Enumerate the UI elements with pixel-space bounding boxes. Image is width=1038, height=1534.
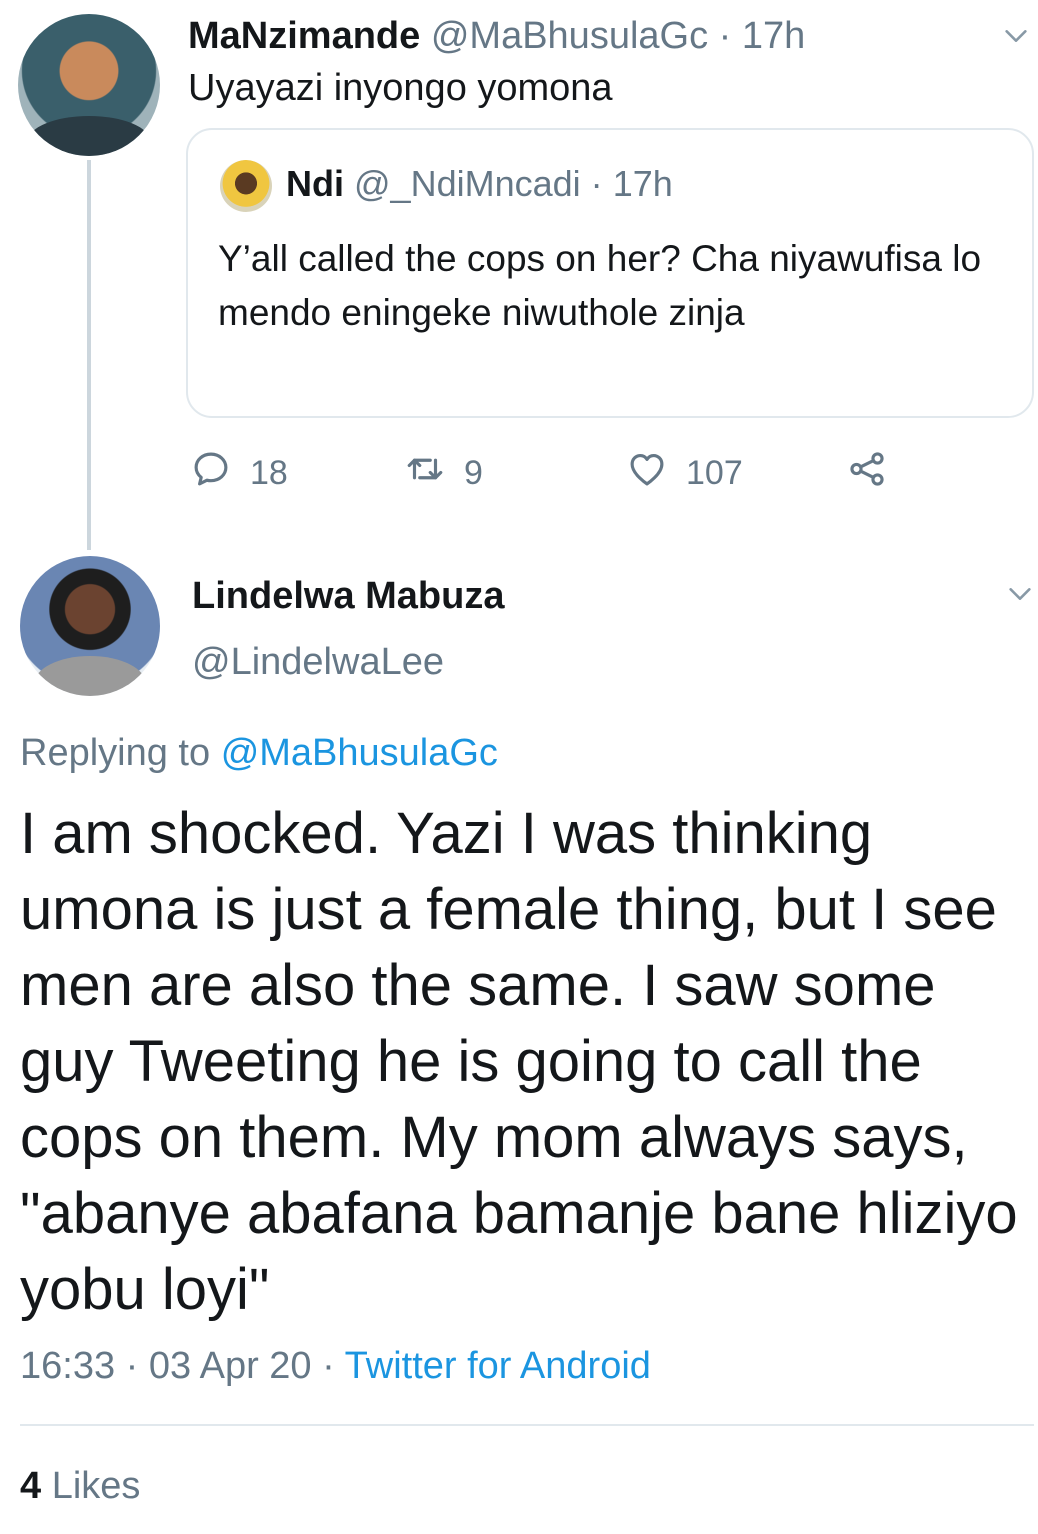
handle[interactable]: @MaBhusulaGc	[431, 15, 708, 57]
share-button[interactable]	[846, 448, 888, 499]
separator: ·	[590, 163, 603, 204]
retweet-button[interactable]: 9	[404, 448, 483, 499]
chevron-down-icon[interactable]	[1002, 22, 1030, 50]
timestamp[interactable]: 17h	[742, 15, 805, 57]
reply-button[interactable]: 18	[190, 448, 288, 499]
tweet-text: I am shocked. Yazi I was thinking umona …	[20, 801, 1018, 1322]
reply-icon	[190, 448, 232, 499]
handle: @_NdiMncadi	[354, 163, 581, 204]
likes-label: Likes	[51, 1465, 141, 1507]
avatar[interactable]	[20, 556, 160, 696]
display-name[interactable]: Lindelwa Mabuza	[192, 574, 504, 618]
tweet-text: Uyayazi inyongo yomona	[188, 67, 613, 109]
quoted-tweet-text: Y’all called the cops on her? Cha niyawu…	[218, 238, 982, 333]
replying-to: Replying to @MaBhusulaGc	[20, 730, 498, 776]
tweet-date: 03 Apr 20	[148, 1345, 312, 1387]
avatar[interactable]	[18, 14, 160, 156]
share-icon	[846, 448, 888, 499]
likes-count: 4	[20, 1465, 42, 1507]
likes-summary[interactable]: 4 Likes	[20, 1462, 140, 1510]
display-name: Ndi	[286, 163, 344, 204]
reply-count: 18	[250, 454, 288, 492]
quoted-tweet-header: Ndi @_NdiMncadi · 17h	[286, 162, 673, 206]
retweet-icon	[404, 448, 446, 499]
tweet-time: 16:33	[20, 1345, 116, 1387]
like-icon	[626, 448, 668, 499]
separator: ·	[322, 1345, 335, 1387]
like-count: 107	[686, 454, 743, 492]
separator: ·	[125, 1345, 139, 1387]
parent-tweet-header: MaNzimande @MaBhusulaGc · 17h	[188, 14, 805, 58]
tweet-meta: 16:33 · 03 Apr 20 · Twitter for Android	[20, 1342, 651, 1390]
retweet-count: 9	[464, 454, 483, 492]
replying-to-label: Replying to	[20, 732, 211, 774]
chevron-down-icon[interactable]	[1006, 580, 1034, 608]
divider	[20, 1424, 1034, 1426]
tweet-source-link[interactable]: Twitter for Android	[345, 1345, 651, 1387]
display-name[interactable]: MaNzimande	[188, 15, 420, 57]
timestamp: 17h	[612, 163, 673, 204]
avatar	[220, 160, 272, 212]
like-button[interactable]: 107	[626, 448, 743, 499]
handle[interactable]: @LindelwaLee	[192, 640, 444, 684]
replying-to-handle-link[interactable]: @MaBhusulaGc	[221, 732, 498, 774]
separator: ·	[718, 15, 732, 57]
thread-connector-line	[87, 160, 91, 550]
